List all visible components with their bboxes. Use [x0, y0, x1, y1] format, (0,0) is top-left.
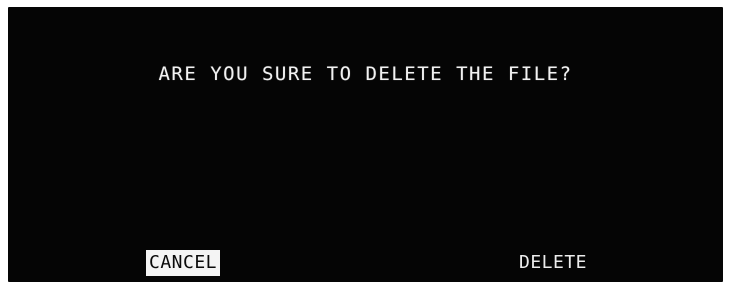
photo-frame: ARE YOU SURE TO DELETE THE FILE? CANCEL … — [0, 0, 732, 289]
confirm-delete-message: ARE YOU SURE TO DELETE THE FILE? — [158, 63, 573, 85]
cancel-button[interactable]: CANCEL — [146, 250, 221, 276]
device-screen: ARE YOU SURE TO DELETE THE FILE? CANCEL … — [8, 7, 723, 282]
delete-button[interactable]: DELETE — [516, 250, 590, 276]
